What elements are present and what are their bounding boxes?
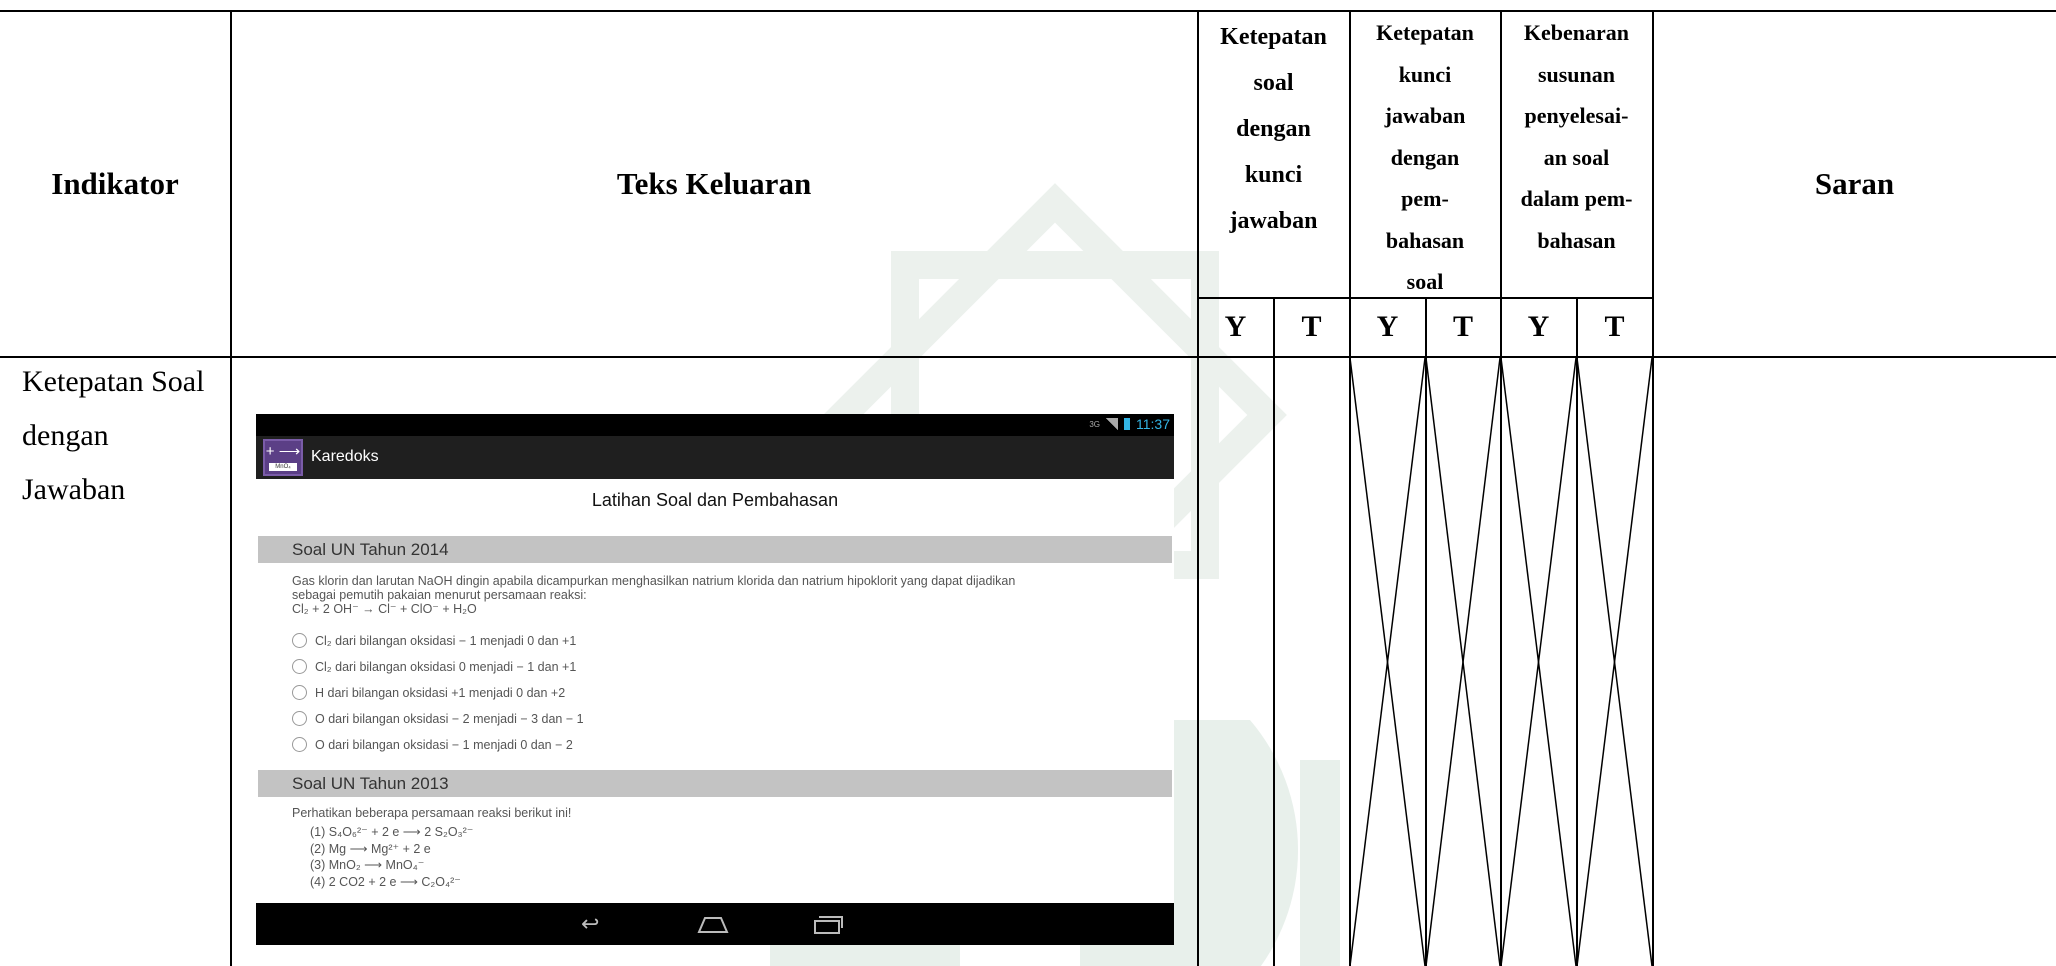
network-label: 3G xyxy=(1089,419,1100,429)
subheader-y-2: Y xyxy=(1376,310,1399,343)
reaction-list: (1) S₄O₆²⁻ + 2 e ⟶ 2 S₂O₃²⁻ (2) Mg ⟶ Mg²… xyxy=(310,825,474,889)
answer-option[interactable]: Cl₂ dari bilangan oksidasi − 1 menjadi 0… xyxy=(292,633,576,648)
section-header-2013[interactable]: Soal UN Tahun 2013 xyxy=(258,770,1172,797)
battery-icon xyxy=(1124,418,1130,430)
app-title: Karedoks xyxy=(311,448,379,465)
recent-apps-icon[interactable] xyxy=(812,913,844,939)
app-logo-icon[interactable]: + ⟶ MnO₄ xyxy=(263,439,303,476)
header-criterion-3: Kebenaran susunan penyelesai- an soal da… xyxy=(1520,20,1633,253)
row-indikator: Ketepatan Soal dengan Jawaban xyxy=(22,365,205,506)
answer-option[interactable]: H dari bilangan oksidasi +1 menjadi 0 da… xyxy=(292,685,565,700)
subheader-t-2: T xyxy=(1452,310,1473,343)
question-2014: Gas klorin dan larutan NaOH dingin apabi… xyxy=(292,574,1016,616)
signal-icon xyxy=(1106,418,1118,430)
app-screenshot: 3G 11:37 + ⟶ MnO₄ Karedoks Latihan Soal … xyxy=(256,414,1174,945)
question-2013: Perhatikan beberapa persamaan reaksi ber… xyxy=(292,806,572,820)
status-bar: 3G 11:37 xyxy=(256,414,1174,436)
header-criterion-2: Ketepatan kunci jawaban dengan pem- baha… xyxy=(1376,20,1474,294)
col-divider-7 xyxy=(1576,297,1578,966)
header-teks-keluaran: Teks Keluaran xyxy=(616,166,812,201)
header-bottom-border xyxy=(0,356,2056,358)
radio-button[interactable] xyxy=(292,659,307,674)
header-criterion-1: Ketepatan soal dengan kunci jawaban xyxy=(1220,24,1327,234)
navigation-bar: ↩ xyxy=(256,903,1174,945)
col-divider-3 xyxy=(1273,297,1275,966)
home-icon[interactable] xyxy=(696,913,730,939)
subheader-t-3: T xyxy=(1604,310,1625,343)
screen-title: Latihan Soal dan Pembahasan xyxy=(591,490,839,510)
radio-button[interactable] xyxy=(292,633,307,648)
subheader-y-3: Y xyxy=(1527,310,1550,343)
action-bar: + ⟶ MnO₄ Karedoks xyxy=(256,436,1174,479)
subheader-t-1: T xyxy=(1301,310,1322,343)
status-time: 11:37 xyxy=(1136,416,1170,432)
radio-button[interactable] xyxy=(292,685,307,700)
radio-button[interactable] xyxy=(292,737,307,752)
header-indikator: Indikator xyxy=(51,166,179,201)
subheader-y-1: Y xyxy=(1224,310,1247,343)
header-saran: Saran xyxy=(1814,166,1895,201)
answer-option[interactable]: O dari bilangan oksidasi − 2 menjadi − 3… xyxy=(292,711,584,726)
answer-option[interactable]: Cl₂ dari bilangan oksidasi 0 menjadi − 1… xyxy=(292,659,576,674)
back-icon[interactable]: ↩ xyxy=(581,913,599,935)
answer-option[interactable]: O dari bilangan oksidasi − 1 menjadi 0 d… xyxy=(292,737,573,752)
col-divider-5 xyxy=(1425,297,1427,966)
radio-button[interactable] xyxy=(292,711,307,726)
section-header-2014[interactable]: Soal UN Tahun 2014 xyxy=(258,536,1172,563)
